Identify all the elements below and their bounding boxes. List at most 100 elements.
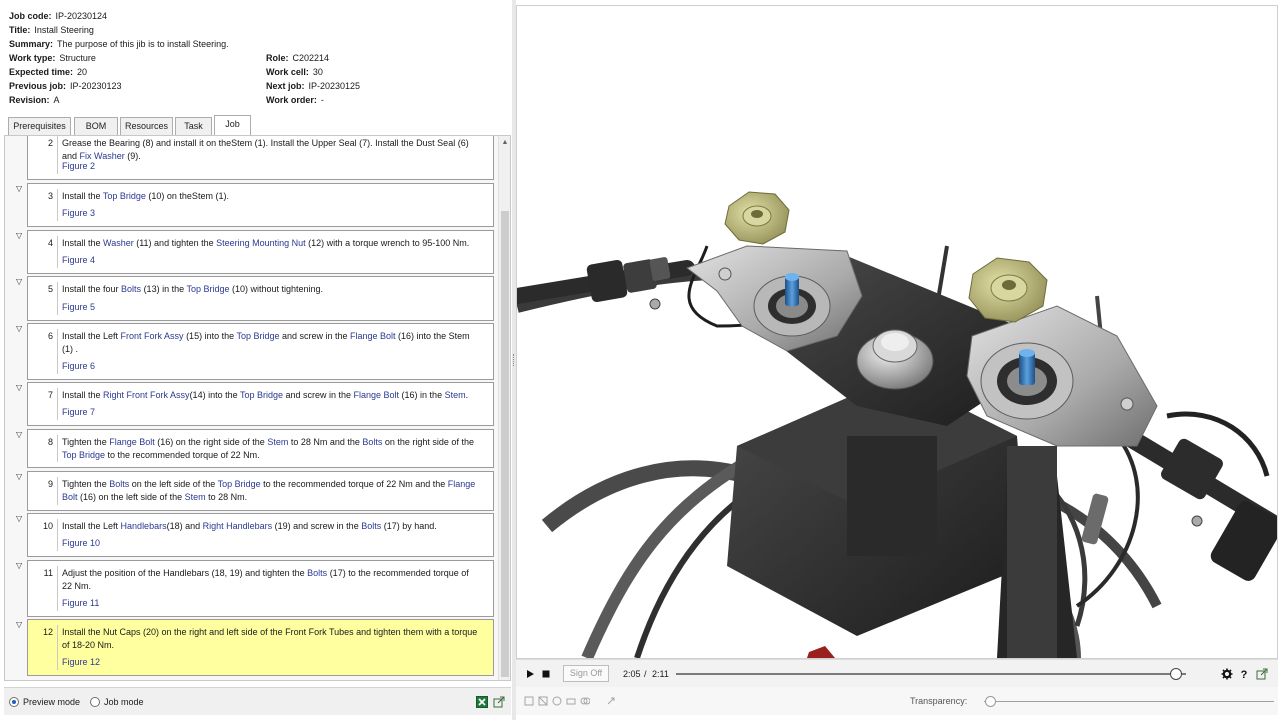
tab-task[interactable]: Task — [175, 117, 212, 135]
part-link[interactable]: Top Bridge — [218, 479, 261, 489]
collapse-triangle-icon[interactable]: ▽ — [16, 431, 24, 439]
step-row[interactable]: 4 Install the Washer (11) and tighten the… — [27, 230, 494, 274]
part-link[interactable]: Stem — [445, 390, 466, 400]
3d-model-viewport[interactable] — [516, 5, 1278, 659]
part-link[interactable]: Top Bridge — [236, 331, 279, 341]
figure-link[interactable]: Figure 7 — [62, 406, 95, 418]
tab-bom[interactable]: BOM — [74, 117, 118, 135]
step-row[interactable]: 5 Install the four Bolts (13) in the Top … — [27, 276, 494, 321]
current-time: 2:05 — [623, 669, 641, 679]
job-mode-radio[interactable] — [90, 697, 100, 707]
transparency-slider[interactable] — [984, 696, 1274, 707]
collapse-triangle-icon[interactable]: ▽ — [16, 515, 24, 523]
expected-time-value: 20 — [77, 67, 88, 77]
view-tool-6-icon[interactable] — [606, 696, 616, 706]
transparency-handle[interactable] — [985, 696, 996, 707]
step-number: 7 — [47, 390, 53, 400]
part-link[interactable]: Top Bridge — [103, 191, 146, 201]
instruction-text: (10) without tightening. — [229, 284, 324, 294]
part-link[interactable]: Front Fork Assy — [121, 331, 184, 341]
view-tool-3-icon[interactable] — [552, 696, 562, 706]
collapse-triangle-icon[interactable]: ▽ — [16, 384, 24, 392]
view-tool-5-icon[interactable] — [580, 696, 590, 706]
step-row[interactable]: 7 Install the Right Front Fork Assy(14) i… — [27, 382, 494, 426]
step-row[interactable]: 12 Install the Nut Caps (20) on the right… — [27, 619, 494, 676]
step-row[interactable]: 2 Grease the Bearing (8) and install it o… — [27, 136, 494, 180]
list-scrollbar[interactable]: ▲ — [498, 136, 510, 680]
gear-icon[interactable] — [1221, 668, 1233, 680]
part-link[interactable]: Steering Mounting Nut — [216, 238, 306, 248]
figure-link[interactable]: Figure 6 — [62, 360, 95, 372]
stop-icon[interactable] — [540, 668, 552, 680]
animation-timeline[interactable] — [676, 668, 1186, 680]
step-row[interactable]: 11 Adjust the position of the Handlebars … — [27, 560, 494, 617]
scroll-thumb[interactable] — [501, 211, 509, 677]
part-link[interactable]: Bolts — [121, 284, 141, 294]
help-icon[interactable]: ? — [1238, 668, 1250, 680]
step-row[interactable]: 6 Install the Left Front Fork Assy (15) i… — [27, 323, 494, 380]
part-link[interactable]: Bolts — [109, 479, 129, 489]
popout-icon[interactable] — [1256, 668, 1268, 680]
part-link[interactable]: Right Handlebars — [203, 521, 273, 531]
step-row[interactable]: 10 Install the Left Handlebars(18) and Ri… — [27, 513, 494, 557]
sign-off-button[interactable]: Sign Off — [563, 665, 609, 682]
view-tool-2-icon[interactable] — [538, 696, 548, 706]
figure-link[interactable]: Figure 3 — [62, 207, 95, 219]
tab-prerequisites[interactable]: Prerequisites — [8, 117, 71, 135]
part-link[interactable]: Top Bridge — [240, 390, 283, 400]
collapse-triangle-icon[interactable]: ▽ — [16, 185, 24, 193]
part-link[interactable]: Washer — [103, 238, 134, 248]
part-link[interactable]: Top Bridge — [62, 450, 105, 460]
collapse-triangle-icon[interactable]: ▽ — [16, 621, 24, 629]
figure-link[interactable]: Figure 11 — [62, 597, 99, 609]
step-number: 11 — [43, 568, 53, 578]
left-nut-cap — [724, 191, 790, 245]
part-link[interactable]: Stem — [267, 437, 288, 447]
step-row[interactable]: 8 Tighten the Flange Bolt (16) on the rig… — [27, 429, 494, 468]
summary-row: Summary: The purpose of this jib is to in… — [9, 39, 229, 49]
preview-mode-label[interactable]: Preview mode — [23, 697, 80, 708]
job-mode-label[interactable]: Job mode — [104, 697, 144, 708]
step-instruction: Install the Top Bridge (10) on theStem (… — [62, 190, 479, 203]
figure-link[interactable]: Figure 2 — [62, 160, 95, 172]
part-link[interactable]: Flange Bolt — [354, 390, 400, 400]
tab-resources[interactable]: Resources — [120, 117, 173, 135]
instruction-text: Install the — [62, 191, 103, 201]
part-link[interactable]: Handlebars — [121, 521, 167, 531]
instruction-text: and screw in the — [279, 331, 351, 341]
collapse-triangle-icon[interactable]: ▽ — [16, 473, 24, 481]
figure-link[interactable]: Figure 4 — [62, 254, 95, 266]
part-link[interactable]: Right Front Fork Assy — [103, 390, 190, 400]
part-link[interactable]: Bolts — [307, 568, 327, 578]
excel-export-icon[interactable] — [476, 696, 488, 708]
play-icon[interactable] — [524, 668, 536, 680]
part-link[interactable]: Bolts — [361, 521, 381, 531]
view-tool-1-icon[interactable] — [524, 696, 534, 706]
part-link[interactable]: Bolts — [362, 437, 382, 447]
step-instruction: Adjust the position of the Handlebars (1… — [62, 567, 479, 593]
part-link[interactable]: Flange Bolt — [350, 331, 396, 341]
view-tool-4-icon[interactable] — [566, 696, 576, 706]
part-link[interactable]: Top Bridge — [186, 284, 229, 294]
collapse-triangle-icon[interactable]: ▽ — [16, 278, 24, 286]
figure-link[interactable]: Figure 10 — [62, 537, 100, 549]
part-link[interactable]: Flange Bolt — [109, 437, 155, 447]
tab-job[interactable]: Job — [214, 115, 251, 135]
splitter-grip-icon[interactable] — [513, 354, 515, 366]
timeline-handle[interactable] — [1169, 668, 1182, 680]
figure-link[interactable]: Figure 5 — [62, 301, 95, 313]
step-instruction: Grease the Bearing (8) and install it on… — [62, 137, 479, 163]
step-row[interactable]: 9 Tighten the Bolts on the left side of t… — [27, 471, 494, 511]
figure-link[interactable]: Figure 12 — [62, 656, 100, 668]
mode-bar: Preview mode Job mode — [4, 687, 511, 715]
part-link[interactable]: Stem — [185, 492, 206, 502]
scroll-up-arrow-icon[interactable]: ▲ — [499, 138, 510, 148]
open-external-icon[interactable] — [493, 696, 505, 708]
job-steps-list: 2 Grease the Bearing (8) and install it o… — [4, 135, 511, 681]
collapse-triangle-icon[interactable]: ▽ — [16, 325, 24, 333]
collapse-triangle-icon[interactable]: ▽ — [16, 562, 24, 570]
collapse-triangle-icon[interactable]: ▽ — [16, 232, 24, 240]
step-instruction: Install the Right Front Fork Assy(14) in… — [62, 389, 479, 402]
preview-mode-radio[interactable] — [9, 697, 19, 707]
step-row[interactable]: 3 Install the Top Bridge (10) on theStem … — [27, 183, 494, 227]
